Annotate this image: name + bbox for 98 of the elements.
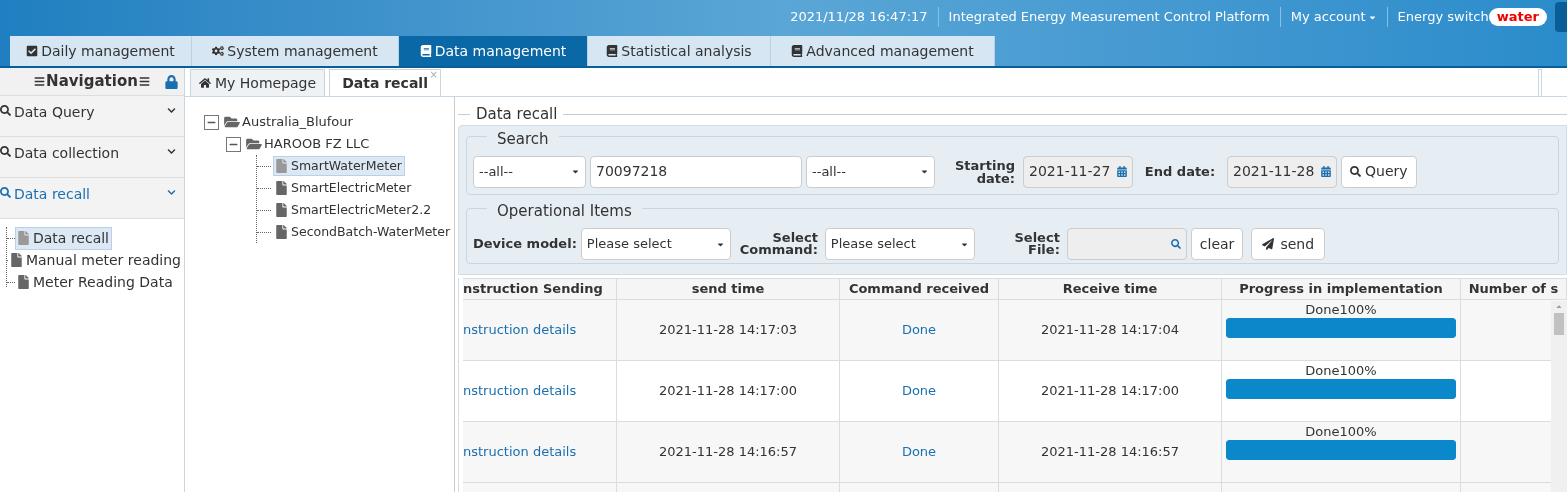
scroll-up-icon[interactable] [1555, 303, 1563, 311]
tree-node[interactable]: Australia_Blufour [242, 112, 353, 132]
scroll-thumb[interactable] [1554, 313, 1564, 335]
folder-icon [224, 115, 240, 129]
status-link[interactable]: Done [901, 320, 937, 340]
lock-icon[interactable] [165, 74, 178, 89]
column-header: Receive time [999, 279, 1222, 299]
energy-type-badge[interactable]: water [1488, 8, 1547, 26]
tree-leaf[interactable]: SecondBatch-WaterMeter [273, 221, 454, 243]
field-label: Device model: [473, 235, 577, 254]
sidebar-item[interactable]: Data recall [15, 226, 112, 250]
sidebar-section[interactable]: Data collection [0, 137, 184, 178]
book-icon [419, 45, 432, 57]
nav-tab[interactable]: System management [192, 36, 399, 66]
nav-tab[interactable]: Advanced management [771, 36, 995, 66]
checkbox-icon [26, 45, 39, 57]
sidebar-item[interactable]: Meter Reading Data [15, 270, 176, 294]
file-icon [18, 275, 29, 289]
search-icon [0, 146, 11, 157]
page-tab[interactable]: My Homepage [190, 69, 326, 96]
file-icon [18, 231, 29, 245]
nav-tab[interactable]: Statistical analysis [588, 36, 771, 66]
field-label: Starting date: [954, 158, 1016, 185]
date-field[interactable]: 2021-11-28 [1227, 155, 1337, 188]
status-link[interactable]: Done [901, 442, 937, 462]
menu-icon[interactable] [138, 76, 150, 87]
table-cell-text: 2021-11-28 14:16:57 [658, 443, 798, 462]
calendar-icon [1117, 166, 1127, 177]
tree-leaf[interactable]: SmartElectricMeter2.2 [273, 199, 435, 221]
chevron-icon [167, 106, 176, 115]
file-icon [276, 225, 287, 239]
select-dropdown[interactable]: --all-- [806, 155, 935, 188]
nav-tab[interactable]: Data management [399, 36, 588, 66]
chevron-icon [167, 188, 176, 197]
column-header: Number of s [1461, 279, 1567, 299]
details-link[interactable]: nstruction details [463, 381, 577, 401]
search-icon [1350, 166, 1361, 177]
home-icon [199, 77, 211, 89]
platform-title: Integrated Energy Measurement Control Platform [937, 7, 1280, 27]
file-field[interactable] [1066, 228, 1187, 260]
book-icon [606, 45, 619, 57]
table-cell-text: 2021-11-28 14:16:57 [1040, 443, 1180, 462]
search-icon [1170, 239, 1181, 249]
tree-node[interactable]: HAROOB FZ LLC [264, 134, 370, 154]
nav-tab[interactable]: Daily management [10, 36, 192, 66]
table-cell-text: 2021-11-28 14:17:03 [658, 321, 798, 340]
progress-label: Done100% [1305, 363, 1377, 379]
field-label: Select Command: [738, 232, 819, 256]
field-label: End date: [1143, 162, 1217, 181]
chevron-icon [167, 147, 176, 156]
date-field[interactable]: 2021-11-27 [1023, 155, 1133, 188]
query-button[interactable]: Query [1341, 155, 1417, 188]
datetime-text: 2021/11/28 16:47:17 [789, 8, 929, 27]
sidebar-title: Navigation [46, 71, 138, 93]
clear-button[interactable]: clear [1190, 228, 1244, 260]
caret-icon [920, 167, 929, 176]
tree-leaf[interactable]: SmartWaterMeter [273, 155, 405, 177]
column-header: nstruction Sending [463, 279, 617, 299]
meter-number-field[interactable]: 70097218 [590, 155, 802, 188]
folder-icon [246, 137, 262, 151]
collapse-toggle[interactable] [204, 114, 219, 130]
file-icon [276, 203, 287, 217]
file-icon [276, 181, 287, 195]
panel-title: Data recall [475, 103, 559, 125]
progress-label: Done100% [1305, 302, 1377, 318]
select-dropdown[interactable]: Please select [824, 228, 975, 260]
calendar-icon [1321, 166, 1331, 177]
file-icon [276, 159, 287, 173]
tree-leaf[interactable]: SmartElectricMeter [273, 177, 415, 199]
details-link[interactable]: nstruction details [463, 442, 577, 462]
progress-label: Done100% [1305, 424, 1377, 440]
sidebar-section[interactable]: Data recall [0, 178, 184, 219]
column-header: send time [617, 279, 840, 299]
caret-icon [571, 167, 580, 176]
collapse-toggle[interactable] [226, 136, 241, 152]
details-link[interactable]: nstruction details [463, 320, 577, 340]
column-header: Command received [840, 279, 999, 299]
scrollbar[interactable] [1551, 301, 1567, 492]
sidebar-item[interactable]: Manual meter reading [7, 248, 184, 272]
gears-icon [212, 45, 225, 57]
select-dropdown[interactable]: --all-- [473, 155, 586, 188]
page-tab[interactable]: Data recall× [329, 69, 441, 96]
column-header: Progress in implementation [1222, 279, 1461, 299]
search-icon [0, 187, 11, 198]
status-link[interactable]: Done [901, 381, 937, 401]
table-cell-text: 2021-11-28 14:17:00 [658, 382, 798, 401]
send-button[interactable]: send [1251, 228, 1326, 260]
table-cell-text: 2021-11-28 14:17:04 [1040, 321, 1180, 340]
select-dropdown[interactable]: Please select [580, 228, 731, 260]
table-cell-text: 2021-11-28 14:17:00 [1040, 382, 1180, 401]
search-icon [0, 105, 11, 116]
book-icon [791, 45, 804, 57]
sidebar-section[interactable]: Data Query [0, 96, 184, 137]
send-icon [1262, 238, 1275, 250]
energy-switch-label: Energy switch [1386, 7, 1489, 27]
file-icon [10, 253, 22, 267]
field-label: Select File: [1013, 232, 1061, 256]
menu-icon[interactable] [34, 76, 46, 87]
